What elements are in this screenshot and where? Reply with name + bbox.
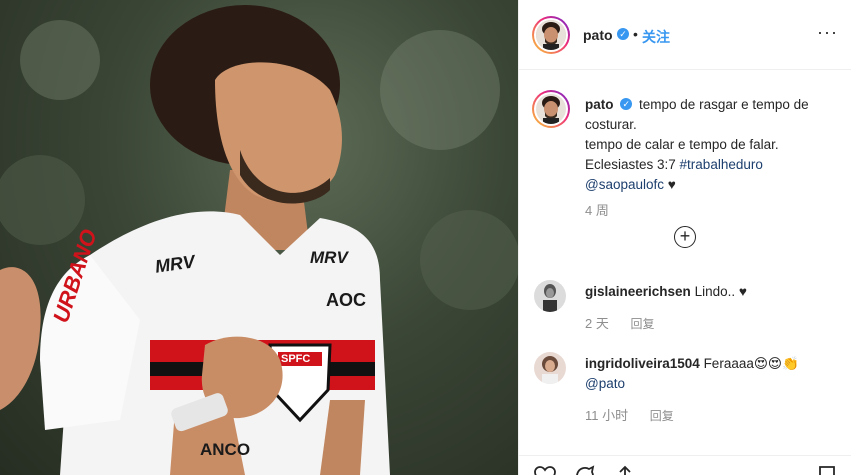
more-options-icon[interactable]: ···: [817, 22, 838, 43]
share-icon[interactable]: [613, 464, 637, 475]
avatar-portrait: [534, 352, 566, 384]
header-avatar[interactable]: [532, 16, 570, 54]
comment-text: gislaineerichsen Lindo.. ♥: [585, 282, 835, 302]
comment-avatar[interactable]: [534, 280, 566, 312]
jersey-sponsor-aoc: AOC: [326, 290, 366, 310]
follow-button[interactable]: 关注: [642, 27, 670, 47]
comment-item: gislaineerichsen Lindo.. ♥ 2 天 回复: [532, 280, 842, 332]
header-separator: •: [633, 26, 638, 42]
comment-username[interactable]: gislaineerichsen: [585, 284, 691, 299]
comment-meta: 2 天 回复: [585, 313, 654, 332]
comment-timestamp[interactable]: 2 天: [585, 316, 609, 331]
comment-avatar[interactable]: [534, 352, 566, 384]
verified-badge-icon: ✓: [617, 28, 629, 40]
avatar-portrait: [534, 280, 566, 312]
comment-meta: 11 小时 回复: [585, 405, 674, 424]
action-bar: [519, 455, 851, 475]
bookmark-icon[interactable]: [815, 464, 839, 475]
comment-timestamp[interactable]: 11 小时: [585, 408, 628, 423]
post-sidebar: pato ✓ • 关注 ··· pato ✓ tempo de rasgar e…: [518, 0, 851, 475]
caption-avatar[interactable]: [532, 90, 570, 128]
mention-link[interactable]: @pato: [585, 376, 625, 391]
post-photo[interactable]: MRV MRV AOC URBANO SPFC ANCO: [0, 0, 518, 475]
comment-item: ingridoliveira1504 Feraaaa😍😍👏 @pato 11 小…: [532, 352, 842, 424]
reply-button[interactable]: 回复: [630, 317, 654, 331]
post-header: pato ✓ • 关注 ···: [519, 0, 851, 70]
heart-icon[interactable]: [533, 464, 557, 475]
avatar-portrait: [536, 94, 566, 124]
caption-username[interactable]: pato: [585, 97, 614, 112]
jersey-sponsor-bottom: ANCO: [200, 440, 251, 459]
mention-link[interactable]: @saopaulofc: [585, 177, 664, 192]
heart-emoji: ♥: [667, 177, 676, 192]
jersey-badge-spfc: SPFC: [281, 353, 311, 365]
comment-text: ingridoliveira1504 Feraaaa😍😍👏 @pato: [585, 354, 835, 394]
jersey-sponsor-mrv-right: MRV: [310, 248, 348, 267]
caption-line-3: Eclesiastes 3:7: [585, 157, 680, 172]
avatar-portrait: [536, 20, 566, 50]
comment-body: Lindo.. ♥: [690, 284, 747, 299]
caption-line-1: tempo de rasgar e tempo de costurar.: [585, 97, 809, 132]
plus-circle-icon[interactable]: +: [674, 226, 696, 248]
hashtag-link[interactable]: #trabalheduro: [680, 157, 763, 172]
header-username[interactable]: pato: [583, 27, 613, 43]
comment-username[interactable]: ingridoliveira1504: [585, 356, 700, 371]
caption-line-2: tempo de calar e tempo de falar.: [585, 137, 779, 152]
verified-badge-icon: ✓: [620, 98, 633, 111]
comment-body: Feraaaa😍😍👏: [699, 356, 799, 371]
caption-timestamp[interactable]: 4 周: [585, 200, 609, 219]
comment-icon[interactable]: [573, 464, 597, 475]
reply-button[interactable]: 回复: [650, 409, 674, 423]
caption-text: pato ✓ tempo de rasgar e tempo de costur…: [585, 95, 835, 195]
